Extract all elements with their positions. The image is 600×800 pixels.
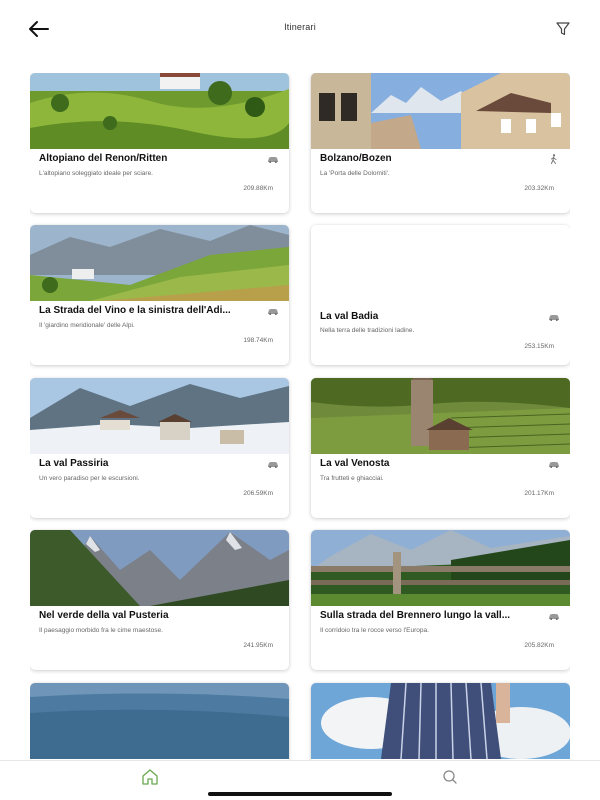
itinerary-card[interactable]: Altopiano del Renon/Ritten L'altopiano s…: [30, 73, 289, 213]
itinerary-card[interactable]: [311, 683, 570, 760]
itinerary-description: Tra frutteti e ghiacciai.: [320, 475, 384, 482]
search-icon: [443, 770, 457, 784]
itinerary-name: Altopiano del Renon/Ritten: [39, 153, 168, 164]
itinerary-distance: 205.82Km: [524, 642, 554, 649]
car-icon: [268, 309, 278, 315]
itinerary-image: [30, 378, 289, 454]
car-icon: [549, 462, 559, 468]
itinerary-image: [30, 683, 289, 759]
itinerary-distance: 203.32Km: [524, 185, 554, 192]
itinerary-image: [30, 73, 289, 149]
tab-home[interactable]: [140, 767, 160, 787]
itinerary-distance: 201.17Km: [524, 490, 554, 497]
itinerary-description: L'altopiano soleggiato ideale per sciare…: [39, 170, 153, 177]
itinerary-name: Sulla strada del Brennero lungo la vall.…: [320, 610, 511, 621]
itinerary-description: Un vero paradiso per le escursioni.: [39, 475, 140, 482]
itinerary-card[interactable]: La Strada del Vino e la sinistra dell'Ad…: [30, 225, 289, 365]
walking-icon: [551, 154, 557, 164]
itinerary-name: La val Passiria: [39, 458, 109, 469]
page-title: Itinerari: [284, 22, 316, 32]
itinerary-image: [30, 530, 289, 606]
itinerary-name: Bolzano/Bozen: [320, 153, 392, 164]
itinerary-name: La Strada del Vino e la sinistra dell'Ad…: [39, 305, 231, 316]
filter-button[interactable]: [554, 20, 572, 38]
top-bar: Itinerari: [0, 0, 600, 60]
itinerary-card[interactable]: La val Badia Nella terra delle tradizion…: [311, 225, 570, 365]
itinerary-card[interactable]: Bolzano/Bozen La 'Porta delle Dolomiti'.…: [311, 73, 570, 213]
itinerary-card[interactable]: Nel verde della val Pusteria Il paesaggi…: [30, 530, 289, 670]
itinerary-description: Il 'giardino meridionale' delle Alpi.: [39, 322, 135, 329]
itinerary-description: Il paesaggio morbido fra le cime maestos…: [39, 627, 163, 634]
home-indicator: [208, 792, 392, 796]
itinerary-image: [30, 225, 289, 301]
itinerary-card[interactable]: La val Passiria Un vero paradiso per le …: [30, 378, 289, 518]
itinerary-card[interactable]: Sulla strada del Brennero lungo la vall.…: [311, 530, 570, 670]
itinerary-card[interactable]: La val Venosta Tra frutteti e ghiacciai.…: [311, 378, 570, 518]
itinerary-name: La val Venosta: [320, 458, 390, 469]
itinerary-name: Nel verde della val Pusteria: [39, 610, 169, 621]
itinerary-distance: 253.15Km: [524, 343, 554, 350]
itinerary-name: La val Badia: [320, 311, 379, 322]
itinerary-image: [311, 378, 570, 454]
itinerary-grid: Altopiano del Renon/Ritten L'altopiano s…: [30, 73, 570, 760]
home-icon: [142, 769, 158, 785]
itinerary-description: Nella terra delle tradizioni ladine.: [320, 327, 415, 334]
itinerary-distance: 241.95Km: [243, 642, 273, 649]
filter-icon: [556, 22, 570, 36]
car-icon: [268, 462, 278, 468]
itinerary-card[interactable]: [30, 683, 289, 760]
itinerary-description: La 'Porta delle Dolomiti'.: [320, 170, 390, 177]
tab-search[interactable]: [440, 767, 460, 787]
car-icon: [268, 157, 278, 163]
itinerary-image: [311, 530, 570, 606]
car-icon: [549, 614, 559, 620]
car-icon: [549, 315, 559, 321]
itinerary-distance: 198.74Km: [243, 337, 273, 344]
itinerary-distance: 206.59Km: [243, 490, 273, 497]
itinerary-image: [311, 73, 570, 149]
itinerary-distance: 209.88Km: [243, 185, 273, 192]
itinerary-description: Il corridoio tra le rocce verso l'Europa…: [320, 627, 429, 634]
itinerary-image: [311, 683, 570, 759]
itinerary-image-placeholder: [311, 225, 570, 301]
